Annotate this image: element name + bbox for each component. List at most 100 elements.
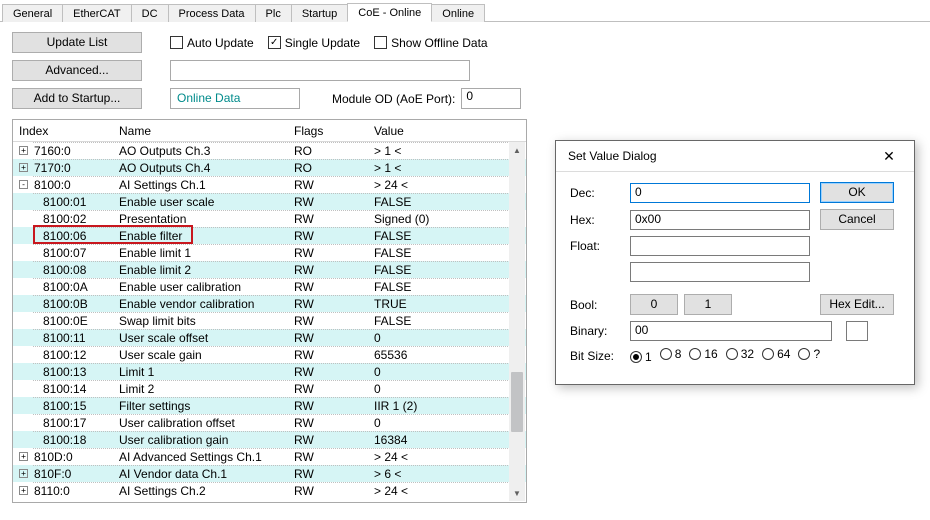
bool-0-button[interactable]: 0	[630, 294, 678, 315]
table-row[interactable]: 8100:07Enable limit 1RWFALSE	[13, 244, 526, 261]
table-row[interactable]: -8100:0AI Settings Ch.1RW> 24 <	[13, 176, 526, 193]
row-value: FALSE	[368, 314, 488, 328]
tab-plc[interactable]: Plc	[255, 4, 292, 22]
expand-icon[interactable]: +	[19, 163, 28, 172]
hex-input[interactable]: 0x00	[630, 210, 810, 230]
row-value: FALSE	[368, 280, 488, 294]
row-name: Enable user scale	[113, 195, 288, 209]
scroll-thumb[interactable]	[511, 372, 523, 432]
single-update-checkbox[interactable]: Single Update	[268, 36, 360, 50]
collapse-icon[interactable]: -	[19, 180, 28, 189]
row-flags: RW	[288, 433, 368, 447]
row-index: 8100:11	[43, 331, 86, 345]
tab-ethercat[interactable]: EtherCAT	[62, 4, 131, 22]
dialog-titlebar[interactable]: Set Value Dialog ✕	[556, 141, 914, 171]
bitsize-radio-1[interactable]: 1	[630, 350, 652, 364]
table-row[interactable]: 8100:06Enable filterRWFALSE	[13, 227, 526, 244]
binary-input[interactable]: 00	[630, 321, 832, 341]
tab-coe-online[interactable]: CoE - Online	[347, 3, 432, 22]
auto-update-label: Auto Update	[187, 36, 254, 50]
table-row[interactable]: 8100:12User scale gainRW65536	[13, 346, 526, 363]
col-name[interactable]: Name	[113, 120, 288, 142]
row-index: 8100:0B	[43, 297, 88, 311]
row-index: 810F:0	[34, 467, 71, 481]
table-row[interactable]: +7170:0AO Outputs Ch.4RO> 1 <	[13, 159, 526, 176]
tab-general[interactable]: General	[2, 4, 63, 22]
add-to-startup-button[interactable]: Add to Startup...	[12, 88, 142, 109]
row-flags: RW	[288, 280, 368, 294]
table-row[interactable]: +7160:0AO Outputs Ch.3RO> 1 <	[13, 142, 526, 159]
table-row[interactable]: 8100:18User calibration gainRW16384	[13, 431, 526, 448]
auto-update-checkbox[interactable]: Auto Update	[170, 36, 254, 50]
row-flags: RW	[288, 246, 368, 260]
table-row[interactable]: 8100:14Limit 2RW0	[13, 380, 526, 397]
module-od-input[interactable]: 0	[461, 88, 521, 109]
row-name: Limit 1	[113, 365, 288, 379]
bitsize-label: 8	[675, 347, 682, 361]
row-index: 8100:0E	[43, 314, 88, 328]
row-value: FALSE	[368, 229, 488, 243]
tab-online[interactable]: Online	[431, 4, 485, 22]
bitsize-radio-16[interactable]: 16	[689, 347, 717, 361]
table-row[interactable]: 8100:0AEnable user calibrationRWFALSE	[13, 278, 526, 295]
vertical-scrollbar[interactable]: ▲ ▼	[509, 142, 525, 501]
table-row[interactable]: 8100:0ESwap limit bitsRWFALSE	[13, 312, 526, 329]
advanced-button[interactable]: Advanced...	[12, 60, 142, 81]
table-row[interactable]: 8100:02PresentationRWSigned (0)	[13, 210, 526, 227]
bitsize-radio-32[interactable]: 32	[726, 347, 754, 361]
bitsize-radio-?[interactable]: ?	[798, 347, 820, 361]
table-row[interactable]: 8100:0BEnable vendor calibrationRWTRUE	[13, 295, 526, 312]
row-name: Enable limit 1	[113, 246, 288, 260]
hex-label: Hex:	[570, 213, 630, 227]
dec-input[interactable]: 0	[630, 183, 810, 203]
float-label: Float:	[570, 239, 630, 253]
expand-icon[interactable]: +	[19, 452, 28, 461]
row-flags: RW	[288, 467, 368, 481]
dec-label: Dec:	[570, 186, 630, 200]
row-value: 0	[368, 382, 488, 396]
close-icon[interactable]: ✕	[874, 149, 904, 163]
bitsize-radio-8[interactable]: 8	[660, 347, 682, 361]
scroll-up-icon[interactable]: ▲	[509, 142, 525, 158]
row-flags: RO	[288, 161, 368, 175]
row-value: > 24 <	[368, 178, 488, 192]
table-row[interactable]: 8100:15Filter settingsRWIIR 1 (2)	[13, 397, 526, 414]
row-value: TRUE	[368, 297, 488, 311]
row-value: 16384	[368, 433, 488, 447]
ok-button[interactable]: OK	[820, 182, 894, 203]
row-name: AI Settings Ch.1	[113, 178, 288, 192]
bitsize-radio-64[interactable]: 64	[762, 347, 790, 361]
tab-dc[interactable]: DC	[131, 4, 169, 22]
cancel-button[interactable]: Cancel	[820, 209, 894, 230]
table-row[interactable]: +810F:0AI Vendor data Ch.1RW> 6 <	[13, 465, 526, 482]
bool-1-button[interactable]: 1	[684, 294, 732, 315]
row-name: AI Vendor data Ch.1	[113, 467, 288, 481]
table-row[interactable]: 8100:11User scale offsetRW0	[13, 329, 526, 346]
row-index: 8100:07	[43, 246, 86, 260]
expand-icon[interactable]: +	[19, 469, 28, 478]
col-index[interactable]: Index	[13, 120, 113, 142]
table-row[interactable]: +8110:0AI Settings Ch.2RW> 24 <	[13, 482, 526, 499]
col-value[interactable]: Value	[368, 120, 488, 142]
row-index: 8100:12	[43, 348, 86, 362]
update-list-button[interactable]: Update List	[12, 32, 142, 53]
expand-icon[interactable]: +	[19, 486, 28, 495]
col-flags[interactable]: Flags	[288, 120, 368, 142]
row-flags: RW	[288, 348, 368, 362]
table-row[interactable]: 8100:08Enable limit 2RWFALSE	[13, 261, 526, 278]
float-input[interactable]	[630, 236, 810, 256]
row-name: AI Settings Ch.2	[113, 484, 288, 498]
table-row[interactable]: 8100:01Enable user scaleRWFALSE	[13, 193, 526, 210]
hex-edit-button[interactable]: Hex Edit...	[820, 294, 894, 315]
tab-process-data[interactable]: Process Data	[168, 4, 256, 22]
show-offline-checkbox[interactable]: Show Offline Data	[374, 36, 488, 50]
row-value: 0	[368, 331, 488, 345]
table-row[interactable]: 8100:17User calibration offsetRW0	[13, 414, 526, 431]
table-row[interactable]: +810D:0AI Advanced Settings Ch.1RW> 24 <	[13, 448, 526, 465]
row-name: Enable limit 2	[113, 263, 288, 277]
scroll-down-icon[interactable]: ▼	[509, 485, 525, 501]
expand-icon[interactable]: +	[19, 146, 28, 155]
table-row[interactable]: 8100:13Limit 1RW0	[13, 363, 526, 380]
tab-startup[interactable]: Startup	[291, 4, 348, 22]
row-name: User calibration offset	[113, 416, 288, 430]
